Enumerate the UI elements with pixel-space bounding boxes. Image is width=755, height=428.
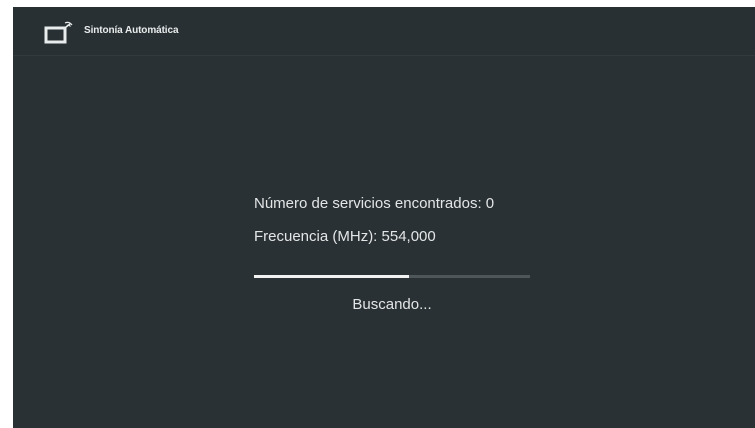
- tv-signal-icon: [44, 21, 74, 45]
- tv-screen: Sintonía Automática Número de servicios …: [13, 7, 755, 428]
- services-found-text: Número de servicios encontrados: 0: [254, 195, 495, 212]
- title-bar: Sintonía Automática: [13, 7, 755, 56]
- frequency-text: Frecuencia (MHz): 554,000: [254, 228, 436, 245]
- scan-progress-fill: [254, 275, 409, 278]
- scan-status-text: Buscando...: [352, 296, 432, 313]
- page-title: Sintonía Automática: [84, 25, 179, 36]
- scan-progress-bar: [254, 275, 530, 278]
